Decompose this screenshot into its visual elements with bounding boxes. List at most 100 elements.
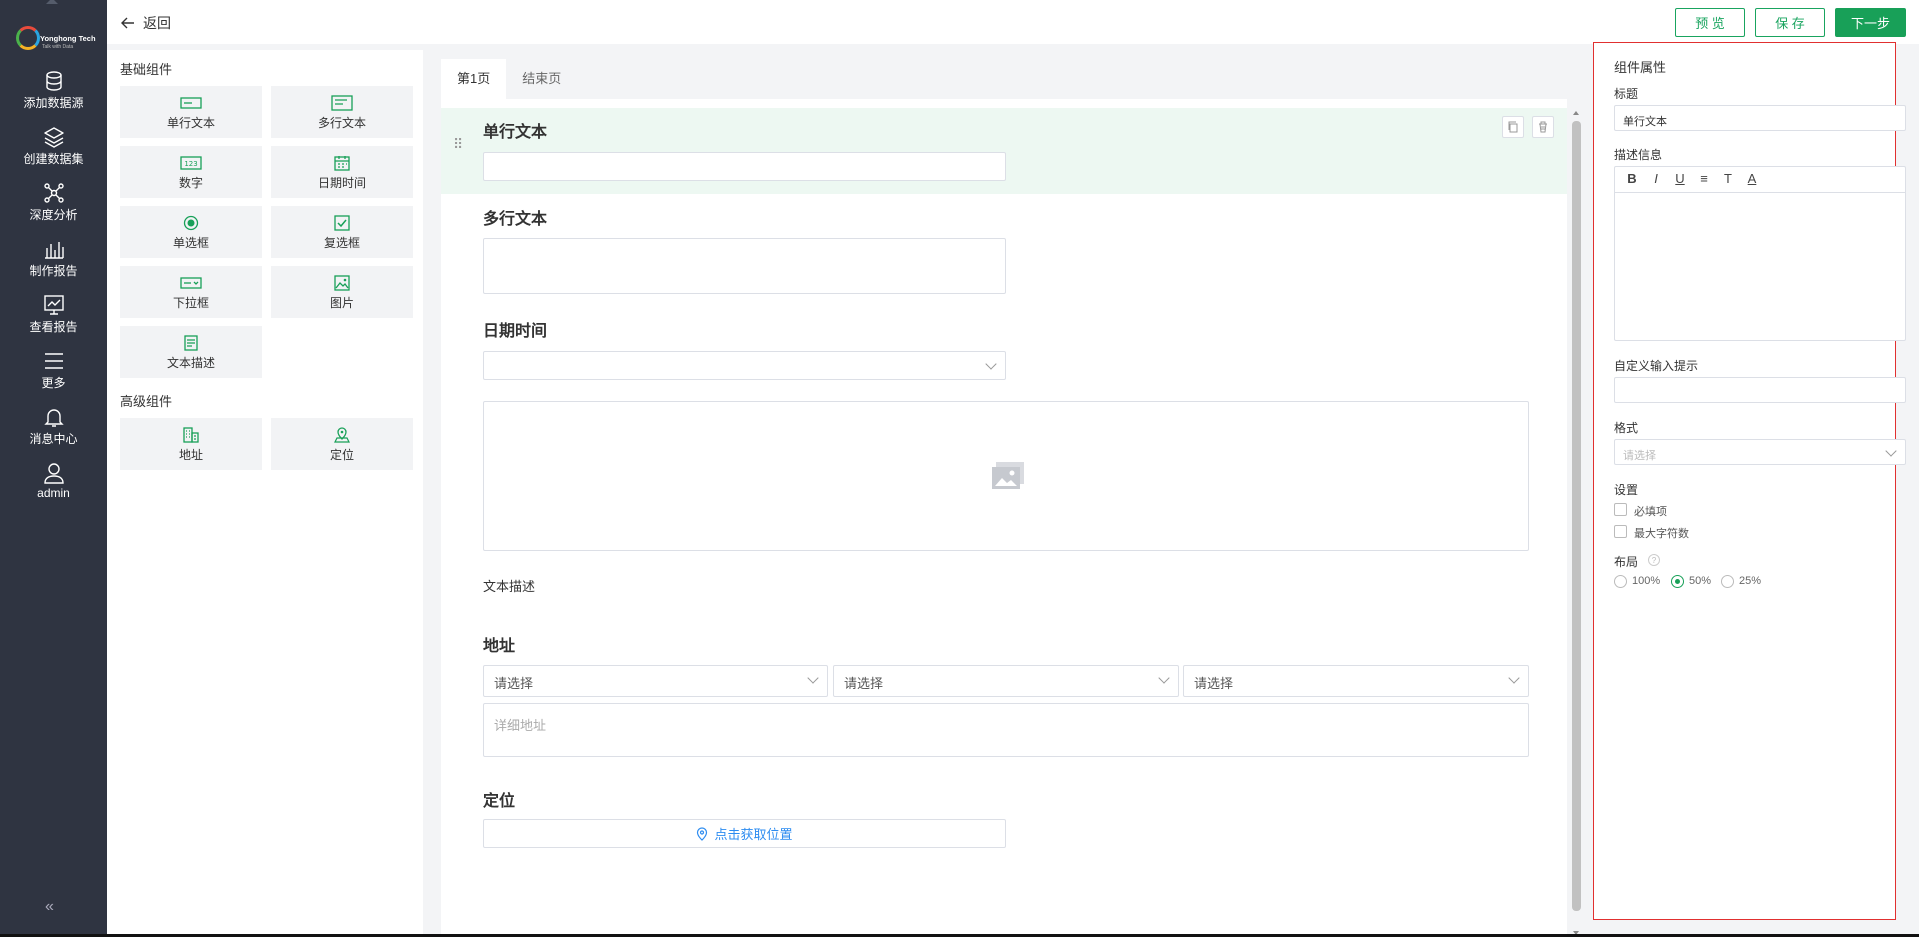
component-datetime[interactable]: 日期时间 xyxy=(271,146,413,198)
select-value: 请选择 xyxy=(844,676,884,691)
copy-field-button[interactable] xyxy=(1502,116,1524,138)
get-location-button[interactable]: 点击获取位置 xyxy=(483,819,1006,848)
rte-toolbar: B I U ≡ T A xyxy=(1615,167,1905,193)
drag-handle-icon[interactable]: ⠿ xyxy=(453,136,463,153)
back-label: 返回 xyxy=(143,15,171,31)
nav-item-label: 更多 xyxy=(41,376,66,390)
collapse-up-icon[interactable] xyxy=(46,0,58,4)
address-district-select[interactable]: 请选择 xyxy=(1183,665,1529,697)
font-color-icon[interactable]: A xyxy=(1743,170,1761,188)
scroll-up-icon[interactable] xyxy=(1573,111,1579,115)
collapse-sidebar-icon[interactable]: « xyxy=(45,898,54,916)
scrollbar-thumb[interactable] xyxy=(1572,121,1581,911)
component-checkbox[interactable]: 复选框 xyxy=(271,206,413,258)
description-label: 描述信息 xyxy=(1614,148,1663,162)
menu-icon xyxy=(44,353,63,369)
get-location-label: 点击获取位置 xyxy=(714,827,793,842)
nav-item-label: 添加数据源 xyxy=(23,96,84,110)
canvas-scrollbar[interactable] xyxy=(1569,107,1583,937)
component-multi-line-text[interactable]: 多行文本 xyxy=(271,86,413,138)
address-detail-input[interactable]: 详细地址 xyxy=(483,703,1529,757)
building-icon xyxy=(183,427,199,443)
component-label: 图片 xyxy=(329,296,354,310)
required-checkbox[interactable] xyxy=(1614,503,1627,516)
align-icon[interactable]: ≡ xyxy=(1695,170,1713,188)
next-step-button[interactable]: 下一步 xyxy=(1835,8,1906,37)
preview-button[interactable]: 预 览 xyxy=(1675,8,1745,37)
nav-item-admin[interactable]: admin xyxy=(0,462,107,514)
trash-icon xyxy=(1539,121,1547,133)
component-dropdown[interactable]: 下拉框 xyxy=(120,266,262,318)
field-title: 单行文本 xyxy=(483,124,548,141)
back-button[interactable]: 返回 xyxy=(121,13,171,33)
component-text-description[interactable]: 文本描述 xyxy=(120,326,262,378)
nav-item-deep-analysis[interactable]: 深度分析 xyxy=(0,182,107,234)
basic-components-title: 基础组件 xyxy=(120,62,173,77)
top-bar: 返回 预 览 保 存 下一步 xyxy=(107,0,1919,44)
nav-item-add-datasource[interactable]: 添加数据源 xyxy=(0,70,107,122)
multi-line-text-input[interactable] xyxy=(483,238,1006,294)
layout-radio-50[interactable] xyxy=(1671,575,1684,588)
bold-icon[interactable]: B xyxy=(1623,170,1641,188)
input-hint-label: 自定义输入提示 xyxy=(1614,359,1699,373)
copy-icon xyxy=(1508,121,1518,133)
field-title-multi-line: 多行文本 xyxy=(483,211,548,228)
address-province-select[interactable]: 请选择 xyxy=(483,665,828,697)
component-label: 日期时间 xyxy=(317,176,366,190)
component-radio[interactable]: 单选框 xyxy=(120,206,262,258)
address-detail-placeholder: 详细地址 xyxy=(494,718,547,733)
advanced-components-title: 高级组件 xyxy=(120,394,173,409)
nav-item-messages[interactable]: 消息中心 xyxy=(0,406,107,458)
layout-radio-100[interactable] xyxy=(1614,575,1627,588)
component-label: 地址 xyxy=(178,448,203,462)
location-icon xyxy=(334,427,350,443)
logo-tagline: Talk with Data xyxy=(42,44,74,50)
tab-page-1[interactable]: 第1页 xyxy=(441,59,507,99)
address-city-select[interactable]: 请选择 xyxy=(833,665,1179,697)
help-icon[interactable]: ? xyxy=(1648,554,1660,566)
nav-item-label: 制作报告 xyxy=(29,264,78,278)
logo: Yonghong Tech Talk with Data xyxy=(16,22,96,58)
save-button[interactable]: 保 存 xyxy=(1755,8,1825,37)
component-palette: 基础组件 单行文本 多行文本 123 数字 日期时间 单选框 复选框 下拉框 图… xyxy=(107,50,423,937)
input-hint-field[interactable] xyxy=(1614,377,1906,403)
network-icon xyxy=(43,183,64,203)
component-single-line-text[interactable]: 单行文本 xyxy=(120,86,262,138)
logo-brand: Yonghong Tech xyxy=(40,34,96,43)
datetime-select[interactable] xyxy=(483,351,1006,380)
tab-end-page[interactable]: 结束页 xyxy=(506,59,577,99)
format-select[interactable]: 请选择 xyxy=(1614,439,1906,465)
database-icon xyxy=(45,71,62,91)
field-single-line-text[interactable]: ⠿ 单行文本 xyxy=(441,108,1567,194)
nav-item-make-report[interactable]: 制作报告 xyxy=(0,238,107,290)
nav-item-create-dataset[interactable]: 创建数据集 xyxy=(0,126,107,178)
logo-ring-icon xyxy=(16,26,40,50)
title-input[interactable]: 单行文本 xyxy=(1614,105,1906,131)
chevron-down-icon xyxy=(1508,672,1520,684)
layout-radio-25[interactable] xyxy=(1721,575,1734,588)
delete-field-button[interactable] xyxy=(1532,116,1554,138)
max-length-checkbox[interactable] xyxy=(1614,525,1627,538)
underline-icon[interactable]: U xyxy=(1671,170,1689,188)
title-value: 单行文本 xyxy=(1623,116,1667,128)
nav-item-view-report[interactable]: 查看报告 xyxy=(0,294,107,346)
number-icon: 123 xyxy=(180,156,202,170)
single-line-text-input[interactable] xyxy=(483,152,1006,181)
component-location[interactable]: 定位 xyxy=(271,418,413,470)
component-label: 文本描述 xyxy=(166,356,215,370)
component-label: 单行文本 xyxy=(166,116,215,130)
description-editor[interactable]: B I U ≡ T A xyxy=(1614,166,1906,341)
properties-panel: 组件属性 标题 单行文本 描述信息 B I U ≡ T A 自定义输入提示 格式… xyxy=(1593,42,1906,920)
chevron-down-icon xyxy=(985,358,997,370)
image-placeholder[interactable] xyxy=(483,401,1529,551)
chevron-down-icon xyxy=(807,672,819,684)
arrow-left-icon xyxy=(121,17,134,29)
component-image[interactable]: 图片 xyxy=(271,266,413,318)
component-address[interactable]: 地址 xyxy=(120,418,262,470)
italic-icon[interactable]: I xyxy=(1647,170,1665,188)
font-size-icon[interactable]: T xyxy=(1719,170,1737,188)
single-line-text-icon xyxy=(180,97,202,109)
component-label: 数字 xyxy=(178,176,203,190)
component-number[interactable]: 123 数字 xyxy=(120,146,262,198)
nav-item-more[interactable]: 更多 xyxy=(0,350,107,402)
